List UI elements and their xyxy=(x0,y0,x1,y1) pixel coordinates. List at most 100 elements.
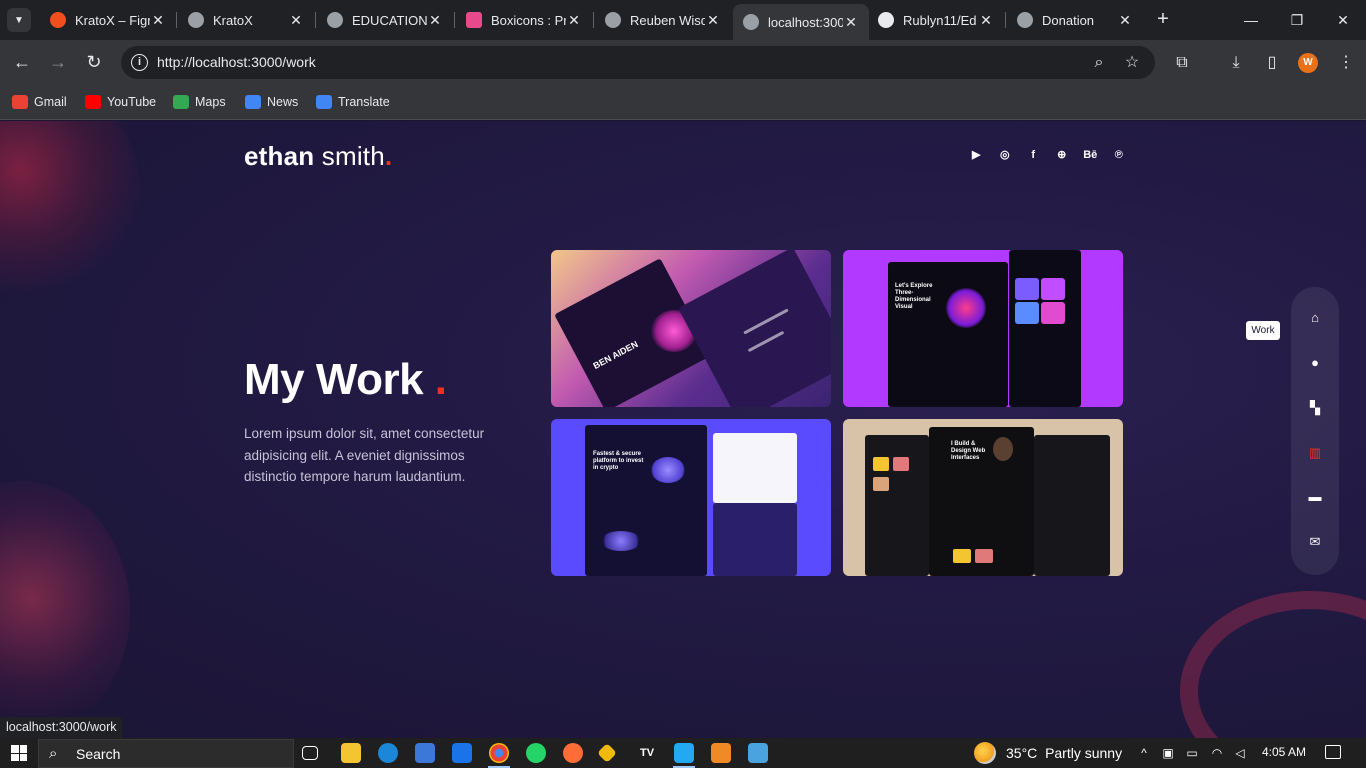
edge-icon[interactable] xyxy=(378,743,398,763)
maximize-button[interactable]: ❐ xyxy=(1274,0,1320,40)
instagram-icon[interactable]: ◎ xyxy=(991,146,1020,164)
close-icon[interactable]: ✕ xyxy=(288,12,304,29)
decorative-glow xyxy=(1180,591,1366,738)
close-icon[interactable]: ✕ xyxy=(1117,12,1133,29)
project-card[interactable]: I Build & Design Web Interfaces xyxy=(843,419,1123,576)
tab-donation[interactable]: Donation ✕ xyxy=(1007,6,1143,34)
globe-icon xyxy=(605,12,621,28)
chevron-up-icon[interactable]: ^ xyxy=(1135,744,1153,762)
close-icon[interactable]: ✕ xyxy=(427,12,443,29)
menu-kebab-icon[interactable]: ⋮ xyxy=(1334,51,1358,75)
store-icon[interactable] xyxy=(415,743,435,763)
zoom-icon[interactable]: ⌕ xyxy=(1088,52,1110,74)
windows-start-icon[interactable] xyxy=(11,745,27,761)
download-icon[interactable]: ⤓ xyxy=(1224,51,1248,75)
partly-sunny-icon xyxy=(974,742,996,764)
weather-widget[interactable]: 35°C Partly sunny xyxy=(974,742,1122,764)
browser-tab-strip: ▼ KratoX – Figma ✕ KratoX ✕ EDUCATION ✕ … xyxy=(0,0,1366,40)
task-view-icon[interactable] xyxy=(302,746,318,760)
project-caption: Fastest & secure platform to invest in c… xyxy=(593,451,644,471)
whatsapp-icon[interactable] xyxy=(526,743,546,763)
work-icon[interactable]: ▥ xyxy=(1305,443,1325,463)
camera-icon[interactable]: ▣ xyxy=(1159,744,1177,762)
side-navigation: ⌂ ● ▚ ▥ ▬ ✉ xyxy=(1291,287,1339,575)
tab-education[interactable]: EDUCATION ✕ xyxy=(317,6,453,34)
globe-icon xyxy=(743,14,759,30)
vscode-icon[interactable] xyxy=(674,743,694,763)
tradingview-icon[interactable]: TV xyxy=(637,743,657,763)
close-icon[interactable]: ✕ xyxy=(978,12,994,29)
services-icon[interactable]: ▚ xyxy=(1305,398,1325,418)
volume-icon[interactable]: ◁ xyxy=(1231,744,1249,762)
chat-icon[interactable]: ▬ xyxy=(1305,487,1325,507)
close-icon[interactable]: ✕ xyxy=(843,14,859,31)
close-icon[interactable]: ✕ xyxy=(705,12,721,29)
reload-button[interactable]: ↻ xyxy=(82,50,106,74)
battery-icon[interactable]: ▭ xyxy=(1183,744,1201,762)
site-info-icon[interactable]: i xyxy=(131,54,148,71)
behance-icon[interactable]: Bē xyxy=(1076,146,1105,164)
notification-icon[interactable] xyxy=(1325,745,1341,759)
back-button[interactable]: ← xyxy=(10,50,34,74)
bookmark-gmail[interactable]: Gmail xyxy=(12,93,67,111)
tab-kratox[interactable]: KratoX ✕ xyxy=(178,6,314,34)
project-card[interactable]: Let's Explore Three-Dimensional Visual xyxy=(843,250,1123,407)
profile-avatar[interactable]: W xyxy=(1298,53,1318,73)
github-icon xyxy=(878,12,894,28)
bookmark-star-icon[interactable]: ☆ xyxy=(1121,52,1143,74)
user-icon[interactable]: ● xyxy=(1305,353,1325,373)
new-tab-button[interactable]: + xyxy=(1151,8,1175,32)
pinterest-icon[interactable]: ℗ xyxy=(1105,146,1134,164)
close-icon[interactable]: ✕ xyxy=(150,12,166,29)
bookmark-translate[interactable]: Translate xyxy=(316,93,390,111)
gmail-icon xyxy=(12,95,28,109)
project-card[interactable]: BEN AIDEN xyxy=(551,250,831,407)
tab-boxicons[interactable]: Boxicons : Premium ✕ xyxy=(456,6,592,34)
extensions-icon[interactable]: ⧉ xyxy=(1170,51,1194,75)
mail-icon[interactable]: ✉ xyxy=(1305,532,1325,552)
tab-search-button[interactable]: ▼ xyxy=(7,8,31,32)
forward-button[interactable]: → xyxy=(46,50,70,74)
figma-icon xyxy=(50,12,66,28)
photos-icon[interactable] xyxy=(748,743,768,763)
youtube-icon[interactable]: ▶ xyxy=(962,146,991,164)
page-description: Lorem ipsum dolor sit, amet consectetur … xyxy=(244,426,485,484)
boxicons-icon xyxy=(466,12,482,28)
clock[interactable]: 4:05 AM xyxy=(1262,745,1306,759)
address-url[interactable]: http://localhost:3000/work xyxy=(157,54,316,70)
windows-taskbar: ⌕ Search TV 35°C Partly sunny ^ ▣ ▭ ◠ ◁ … xyxy=(0,738,1366,768)
dribbble-icon[interactable]: ⊕ xyxy=(1048,146,1077,164)
nav-tooltip: Work xyxy=(1246,321,1280,340)
translate-icon xyxy=(316,95,332,109)
portfolio-page: ethan smith. ▶ ◎ f ⊕ Bē ℗ My Work . Lore… xyxy=(0,121,1366,738)
mail-app-icon[interactable] xyxy=(452,743,472,763)
bookmark-maps[interactable]: Maps xyxy=(173,93,226,111)
close-icon[interactable]: ✕ xyxy=(566,12,582,29)
side-panel-icon[interactable]: ▯ xyxy=(1260,51,1284,75)
minimize-button[interactable]: — xyxy=(1228,0,1274,40)
close-window-button[interactable]: ✕ xyxy=(1320,0,1366,40)
youtube-icon xyxy=(85,95,101,109)
project-screenshot xyxy=(585,425,707,576)
home-icon[interactable]: ⌂ xyxy=(1305,308,1325,328)
project-caption: Let's Explore Three-Dimensional Visual xyxy=(895,283,933,310)
postman-icon[interactable] xyxy=(563,743,583,763)
sublime-icon[interactable] xyxy=(711,743,731,763)
tab-kratox-figma[interactable]: KratoX – Figma ✕ xyxy=(40,6,176,34)
tab-github-rublyn[interactable]: Rublyn11/Ed ✕ xyxy=(868,6,1004,34)
wifi-icon[interactable]: ◠ xyxy=(1208,744,1226,762)
binance-icon[interactable] xyxy=(597,743,617,763)
address-bar[interactable]: i http://localhost:3000/work ⌕ ☆ xyxy=(121,46,1155,79)
file-explorer-icon[interactable] xyxy=(341,743,361,763)
search-icon: ⌕ xyxy=(49,745,58,762)
bookmark-youtube[interactable]: YouTube xyxy=(85,93,156,111)
site-logo[interactable]: ethan smith. xyxy=(244,141,392,172)
taskbar-search[interactable]: ⌕ Search xyxy=(38,739,294,768)
project-card[interactable]: Fastest & secure platform to invest in c… xyxy=(551,419,831,576)
globe-icon xyxy=(327,12,343,28)
facebook-icon[interactable]: f xyxy=(1019,146,1048,164)
bookmark-news[interactable]: News xyxy=(245,93,298,111)
chrome-icon[interactable] xyxy=(489,743,509,763)
tab-reuben-wisdom[interactable]: Reuben Wisdom ✕ xyxy=(595,6,731,34)
tab-localhost[interactable]: localhost:3000 ✕ xyxy=(733,4,869,40)
